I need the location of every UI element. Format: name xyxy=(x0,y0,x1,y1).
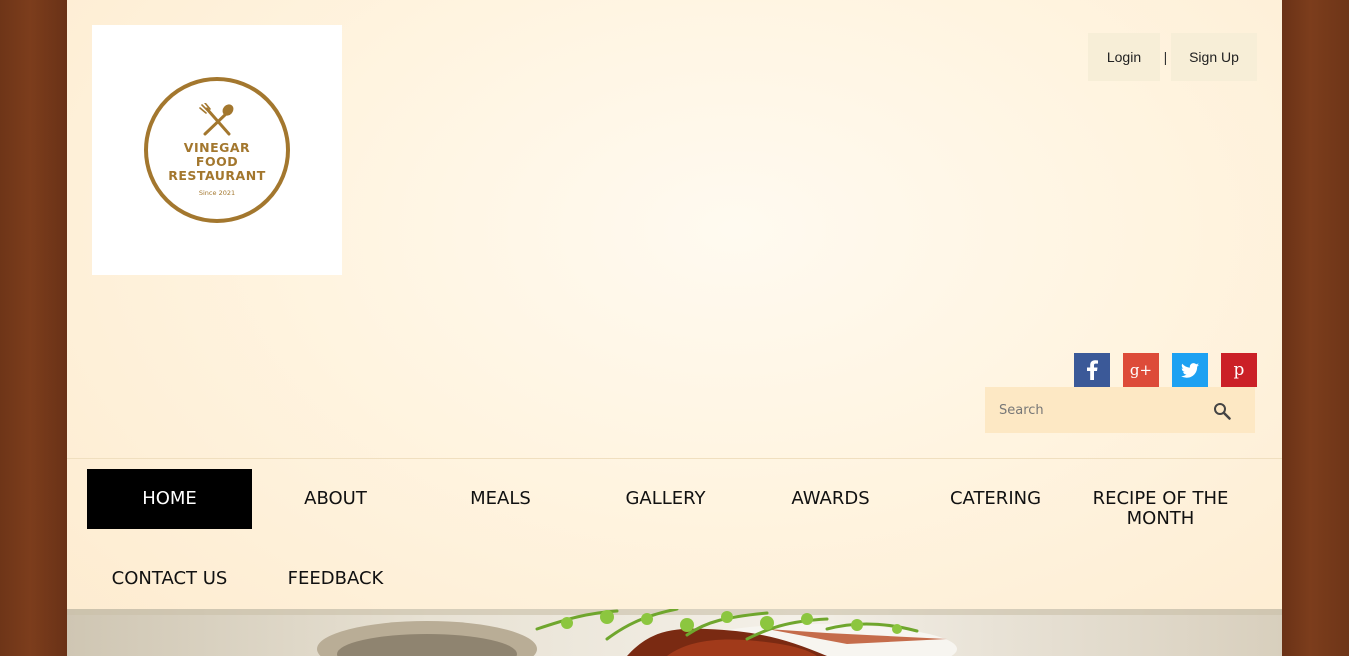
google-plus-icon[interactable]: g+ xyxy=(1123,353,1159,387)
nav-item-about[interactable]: ABOUT xyxy=(253,469,418,529)
nav-item-catering[interactable]: CATERING xyxy=(913,469,1078,529)
twitter-icon[interactable] xyxy=(1172,353,1208,387)
nav-item-contact-us[interactable]: CONTACT US xyxy=(87,549,252,609)
pinterest-icon[interactable]: p xyxy=(1221,353,1257,387)
nav-item-meals[interactable]: MEALS xyxy=(418,469,583,529)
logo-emblem: VINEGAR FOOD RESTAURANT Since 2021 xyxy=(144,77,290,223)
nav-item-home[interactable]: HOME xyxy=(87,469,252,529)
auth-separator: | xyxy=(1163,49,1168,65)
search-input[interactable] xyxy=(985,387,1195,433)
nav-item-feedback[interactable]: FEEDBACK xyxy=(253,549,418,609)
search-icon[interactable] xyxy=(1213,402,1231,420)
auth-links: Login | Sign Up xyxy=(1088,33,1257,81)
logo-text-line1: VINEGAR xyxy=(183,140,251,155)
nav-divider xyxy=(67,458,1282,459)
search-box xyxy=(985,387,1255,433)
logo-text-line3: RESTAURANT xyxy=(168,168,266,183)
facebook-icon[interactable] xyxy=(1074,353,1110,387)
logo-since: Since 2021 xyxy=(198,189,236,197)
site-logo[interactable]: VINEGAR FOOD RESTAURANT Since 2021 xyxy=(92,25,342,275)
nav-item-recipe-of-the-month[interactable]: RECIPE OF THE MONTH xyxy=(1078,469,1243,529)
nav-item-gallery[interactable]: GALLERY xyxy=(583,469,748,529)
page-container: VINEGAR FOOD RESTAURANT Since 2021 Login… xyxy=(67,0,1282,656)
login-button[interactable]: Login xyxy=(1088,33,1160,81)
social-links: g+ p xyxy=(1074,353,1257,387)
hero-food-photo xyxy=(67,609,1282,656)
nav-item-awards[interactable]: AWARDS xyxy=(748,469,913,529)
hero-image xyxy=(67,609,1282,656)
signup-button[interactable]: Sign Up xyxy=(1171,33,1257,81)
fork-spoon-icon xyxy=(199,103,234,136)
logo-text-line2: FOOD xyxy=(195,154,239,169)
